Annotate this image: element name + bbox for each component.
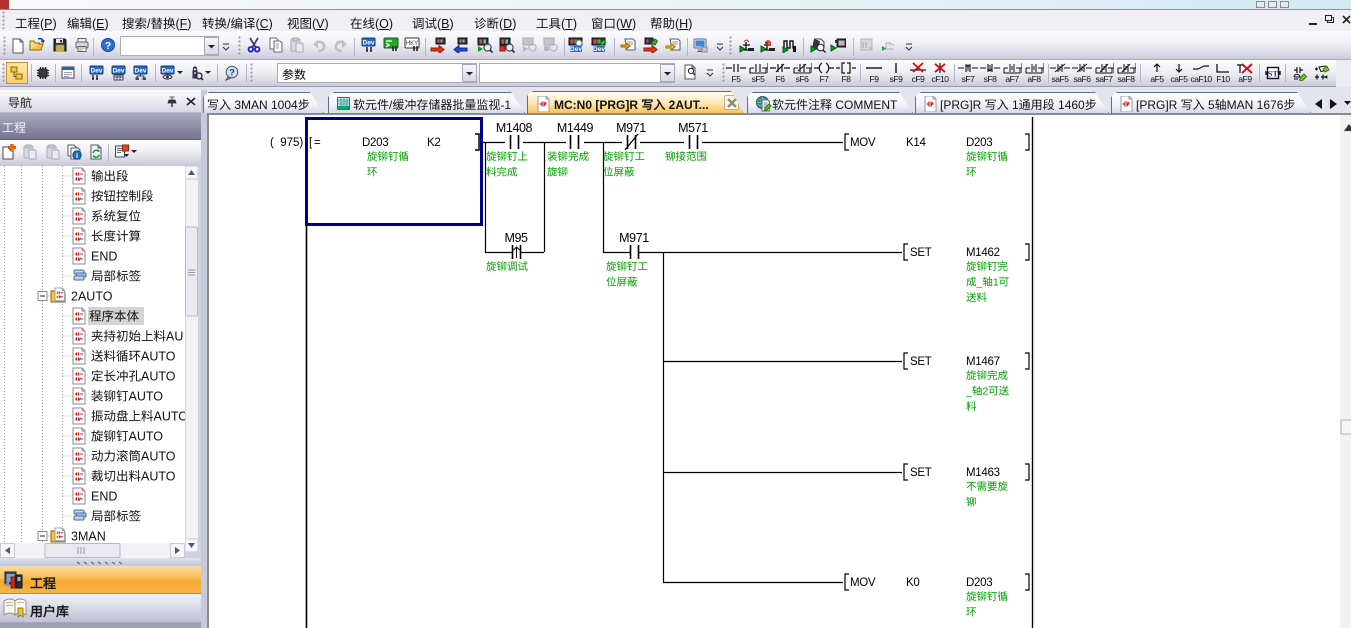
svg-text:夹持初始上料AU: 夹持初始上料AU (91, 330, 183, 344)
svg-text:=: = (314, 137, 321, 149)
svg-text:动力滚筒AUTO: 动力滚筒AUTO (91, 450, 176, 464)
svg-text:3MAN: 3MAN (71, 530, 106, 544)
svg-text:局部标签: 局部标签 (91, 510, 142, 524)
svg-text:位屏蔽: 位屏蔽 (606, 277, 638, 289)
svg-text:D203: D203 (966, 137, 992, 149)
svg-text:Dev: Dev (162, 68, 174, 75)
svg-text:MOV: MOV (850, 137, 876, 149)
svg-text:SET: SET (910, 356, 932, 368)
svg-text:位屏蔽: 位屏蔽 (603, 167, 635, 179)
svg-text:END: END (91, 490, 117, 504)
svg-text:旋铆调试: 旋铆调试 (486, 261, 528, 273)
svg-text:?: ? (229, 68, 235, 78)
svg-text:铆接范围: 铆接范围 (665, 151, 707, 163)
svg-text:送料循环AUTO: 送料循环AUTO (91, 350, 176, 364)
svg-text:Dev: Dev (593, 46, 605, 53)
svg-text:M571: M571 (678, 121, 708, 135)
svg-text:M95: M95 (504, 231, 528, 245)
svg-text:M1467: M1467 (966, 356, 1000, 368)
svg-text:环: 环 (966, 167, 977, 179)
svg-text:定长冲孔AUTO: 定长冲孔AUTO (91, 370, 176, 384)
svg-text:SET: SET (910, 467, 932, 479)
svg-text:长度计算: 长度计算 (91, 230, 141, 244)
svg-text:D203: D203 (966, 577, 992, 589)
svg-text:送料: 送料 (966, 292, 987, 304)
svg-text:旋铆钉AUTO: 旋铆钉AUTO (91, 430, 163, 444)
svg-text:M1449: M1449 (557, 121, 594, 135)
svg-text:振动盘上料AUTO: 振动盘上料AUTO (91, 410, 185, 424)
svg-text:M1462: M1462 (966, 247, 1000, 259)
svg-text:裁切出料AUTO: 裁切出料AUTO (91, 470, 176, 484)
svg-text:M1463: M1463 (966, 467, 1000, 479)
svg-text:局部标签: 局部标签 (91, 270, 142, 284)
svg-text:旋铆钉循: 旋铆钉循 (367, 151, 409, 163)
svg-text:旋铆钉循: 旋铆钉循 (966, 151, 1008, 163)
svg-text:Dev: Dev (570, 46, 582, 53)
svg-text:输出段: 输出段 (91, 170, 129, 184)
svg-text:K14: K14 (906, 137, 926, 149)
svg-text:Dev: Dev (91, 68, 103, 75)
svg-text:_轴2可送: _轴2可送 (965, 386, 1010, 398)
svg-text:料: 料 (966, 401, 977, 413)
svg-text:装铆钉AUTO: 装铆钉AUTO (91, 390, 163, 404)
svg-text:K0: K0 (906, 577, 919, 589)
svg-text:Dev: Dev (113, 68, 125, 75)
svg-text:SET: SET (910, 247, 932, 259)
svg-text:旋铆钉上: 旋铆钉上 (486, 151, 528, 163)
svg-text:?: ? (105, 41, 111, 52)
svg-text:MOV: MOV (850, 577, 876, 589)
svg-text:END: END (91, 250, 117, 264)
svg-text:旋铆钉工: 旋铆钉工 (603, 151, 645, 163)
svg-text:i: i (76, 152, 78, 160)
svg-text:M971: M971 (619, 231, 649, 245)
svg-text:不需要旋: 不需要旋 (966, 481, 1008, 493)
svg-text:( 975): ( 975) (270, 137, 303, 149)
svg-text:旋铆: 旋铆 (547, 167, 568, 179)
svg-text:Dev: Dev (363, 40, 375, 47)
svg-text:Dev: Dev (135, 68, 147, 75)
svg-text:环: 环 (966, 607, 977, 619)
svg-text:料完成: 料完成 (486, 167, 518, 179)
svg-text:环: 环 (367, 167, 378, 179)
svg-text:装铆完成: 装铆完成 (547, 151, 589, 163)
svg-text:旋铆完成: 旋铆完成 (966, 370, 1008, 382)
svg-text:2AUTO: 2AUTO (71, 290, 113, 304)
svg-text:旋铆钉工: 旋铆钉工 (606, 261, 648, 273)
svg-text:旋铆钉循: 旋铆钉循 (966, 591, 1008, 603)
svg-text:[: [ (309, 137, 313, 149)
svg-text:D203: D203 (362, 137, 388, 149)
svg-text:ST: ST (1268, 69, 1279, 79)
svg-text:旋铆钉完: 旋铆钉完 (966, 261, 1008, 273)
svg-text:按钮控制段: 按钮控制段 (91, 190, 154, 204)
svg-text:铆: 铆 (966, 497, 977, 509)
svg-text:M1408: M1408 (496, 121, 533, 135)
svg-text:系统复位: 系统复位 (91, 210, 141, 224)
svg-text:程序本体: 程序本体 (89, 310, 140, 324)
svg-text:成_轴1可: 成_轴1可 (966, 277, 1009, 289)
svg-text:M971: M971 (616, 121, 646, 135)
svg-text:K2: K2 (427, 137, 440, 149)
